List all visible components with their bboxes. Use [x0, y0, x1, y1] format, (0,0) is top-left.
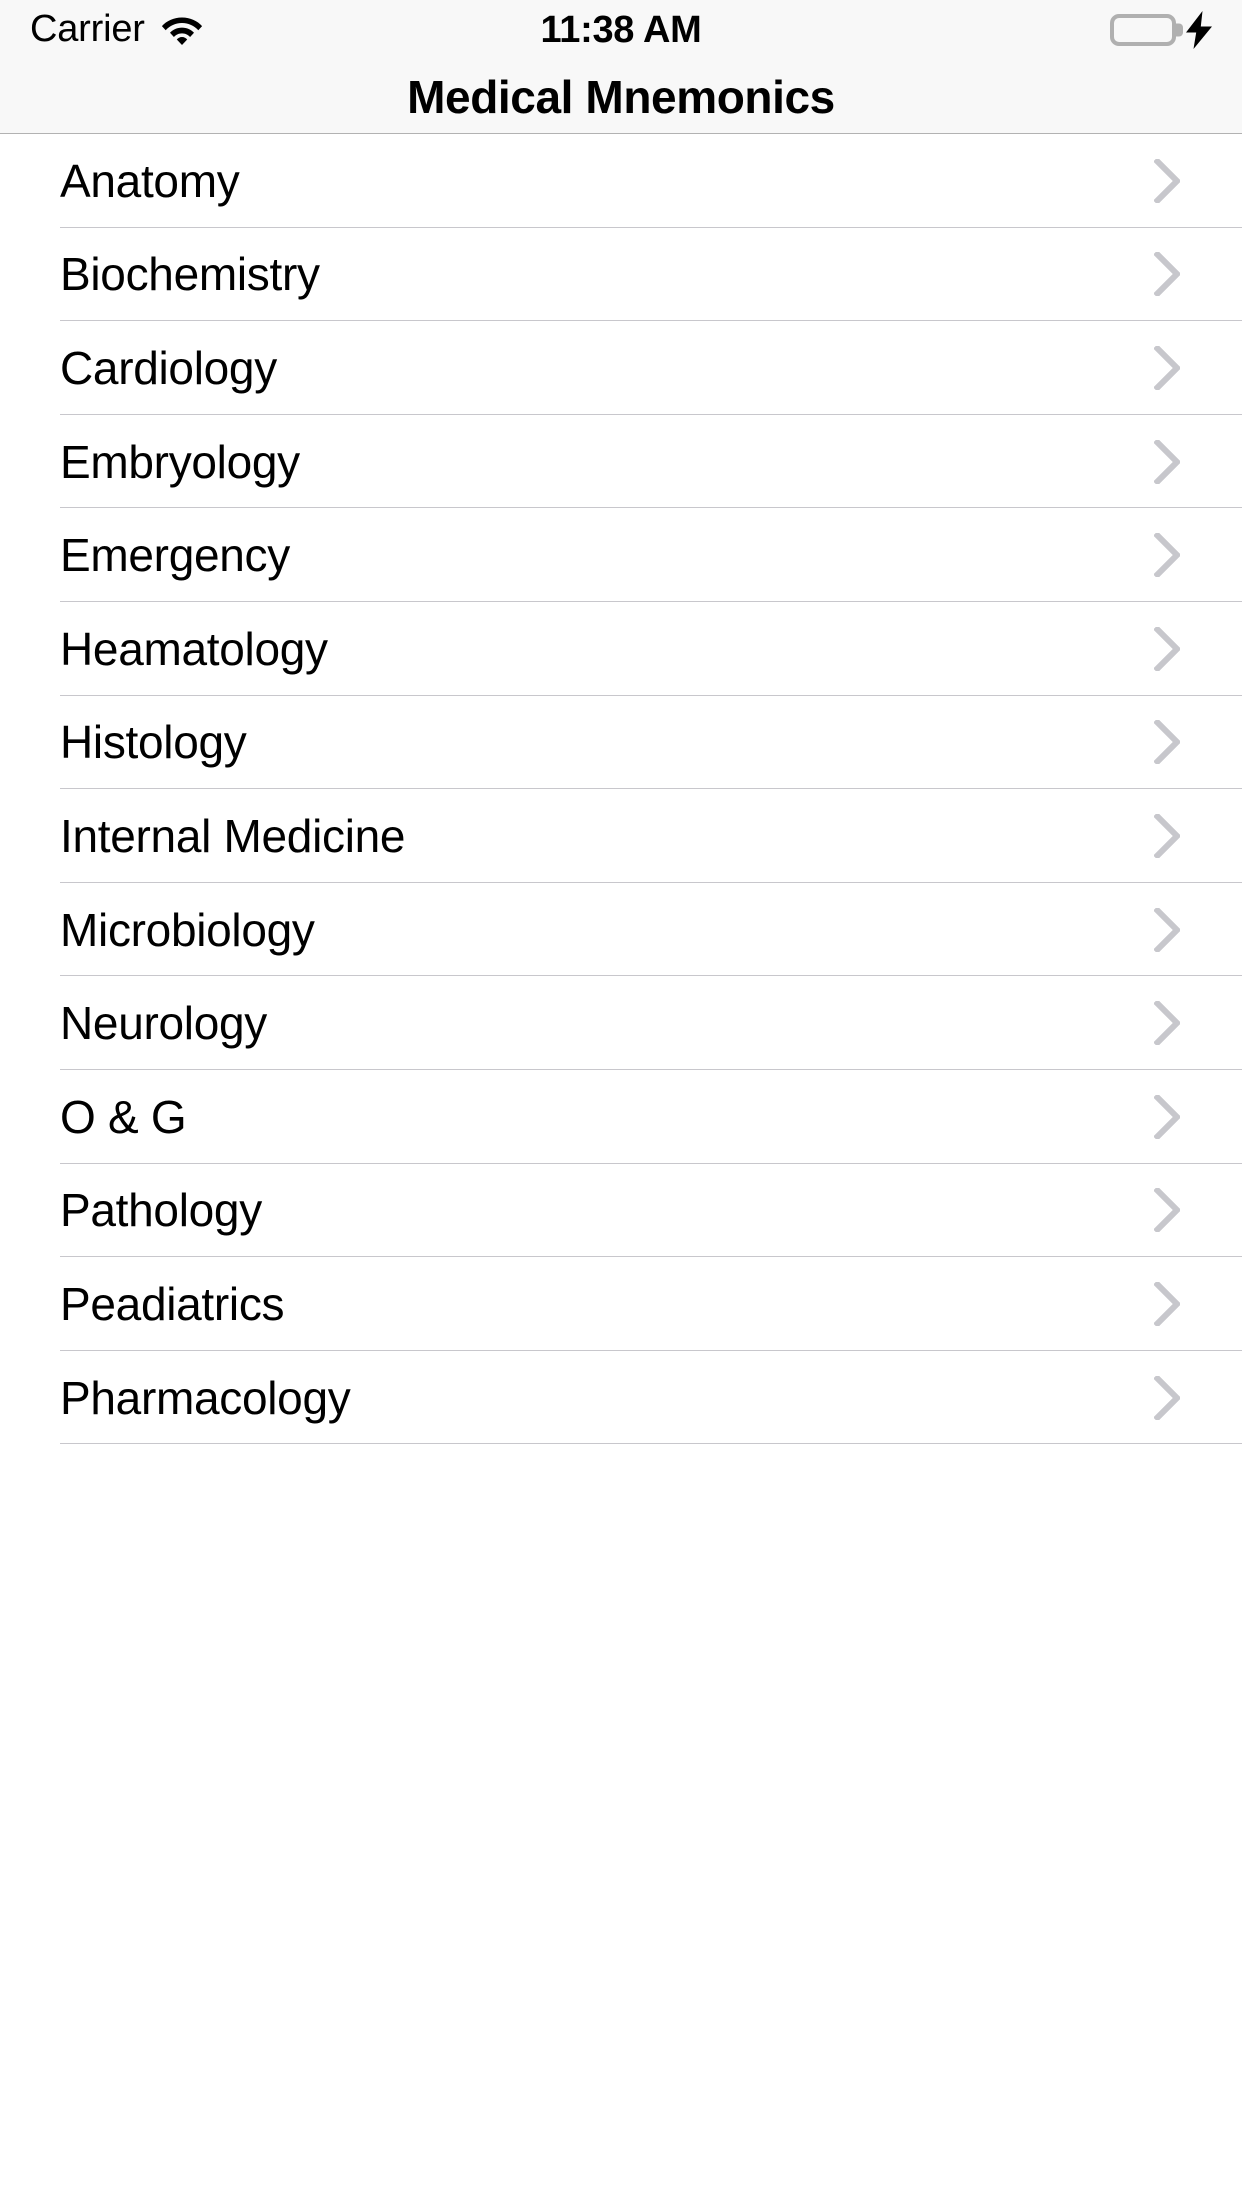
list-item[interactable]: Embryology [0, 414, 1242, 509]
list-item[interactable]: Peadiatrics [0, 1257, 1242, 1351]
list-item[interactable]: Pharmacology [0, 1350, 1242, 1445]
chevron-right-icon [1153, 1373, 1182, 1422]
list-item[interactable]: Anatomy [0, 134, 1242, 228]
list-item[interactable]: Microbiology [0, 882, 1242, 977]
list-item-separator [60, 1443, 1242, 1445]
list-item[interactable]: Internal Medicine [0, 789, 1242, 883]
chevron-right-icon [1153, 531, 1182, 579]
chevron-right-icon [1153, 999, 1182, 1047]
category-list: Anatomy Biochemistry Cardiology Embryolo… [0, 134, 1242, 1445]
list-item-label: Emergency [60, 529, 290, 582]
list-item-label: Cardiology [60, 341, 277, 394]
list-item-label: Internal Medicine [60, 809, 406, 862]
chevron-right-icon [1153, 250, 1182, 299]
chevron-right-icon [1153, 718, 1182, 767]
navigation-bar: Medical Mnemonics [0, 60, 1242, 134]
list-item[interactable]: O & G [0, 1069, 1242, 1164]
carrier-label: Carrier [30, 7, 145, 50]
chevron-right-icon [1153, 1280, 1182, 1328]
clock-label: 11:38 AM [540, 8, 702, 51]
list-item[interactable]: Cardiology [0, 321, 1242, 415]
list-item[interactable]: Pathology [0, 1163, 1242, 1258]
list-item[interactable]: Heamatology [0, 601, 1242, 696]
chevron-right-icon [1153, 344, 1182, 392]
list-item-label: Pathology [60, 1184, 262, 1237]
wifi-icon [161, 13, 203, 47]
list-item-label: Pharmacology [60, 1371, 351, 1424]
list-item[interactable]: Emergency [0, 508, 1242, 602]
battery-icon [1110, 14, 1176, 46]
chevron-right-icon [1153, 625, 1182, 673]
list-item[interactable]: Neurology [0, 976, 1242, 1070]
list-item[interactable]: Biochemistry [0, 227, 1242, 322]
chevron-right-icon [1153, 812, 1182, 860]
list-item-label: Peadiatrics [60, 1277, 285, 1330]
chevron-right-icon [1153, 157, 1182, 205]
list-item-label: Embryology [60, 435, 300, 488]
status-bar-left: Carrier [30, 10, 203, 51]
list-item-label: Microbiology [60, 903, 315, 956]
chevron-right-icon [1153, 437, 1182, 486]
status-bar-right [1110, 11, 1212, 49]
chevron-right-icon [1153, 905, 1182, 954]
list-item-label: Histology [60, 716, 247, 769]
chevron-right-icon [1153, 1092, 1182, 1141]
list-item-label: Heamatology [60, 622, 328, 675]
page-title: Medical Mnemonics [407, 70, 835, 123]
list-item[interactable]: Histology [0, 695, 1242, 790]
app-screen: Carrier 11:38 AM Medical Mnemonics Anato… [0, 0, 1242, 2208]
lightning-bolt-icon [1186, 11, 1212, 49]
chevron-right-icon [1153, 1186, 1182, 1235]
list-item-label: Neurology [60, 997, 267, 1050]
list-item-label: Anatomy [60, 154, 240, 207]
list-item-label: O & G [60, 1090, 187, 1143]
list-item-label: Biochemistry [60, 248, 320, 301]
status-bar: Carrier 11:38 AM [0, 0, 1242, 60]
